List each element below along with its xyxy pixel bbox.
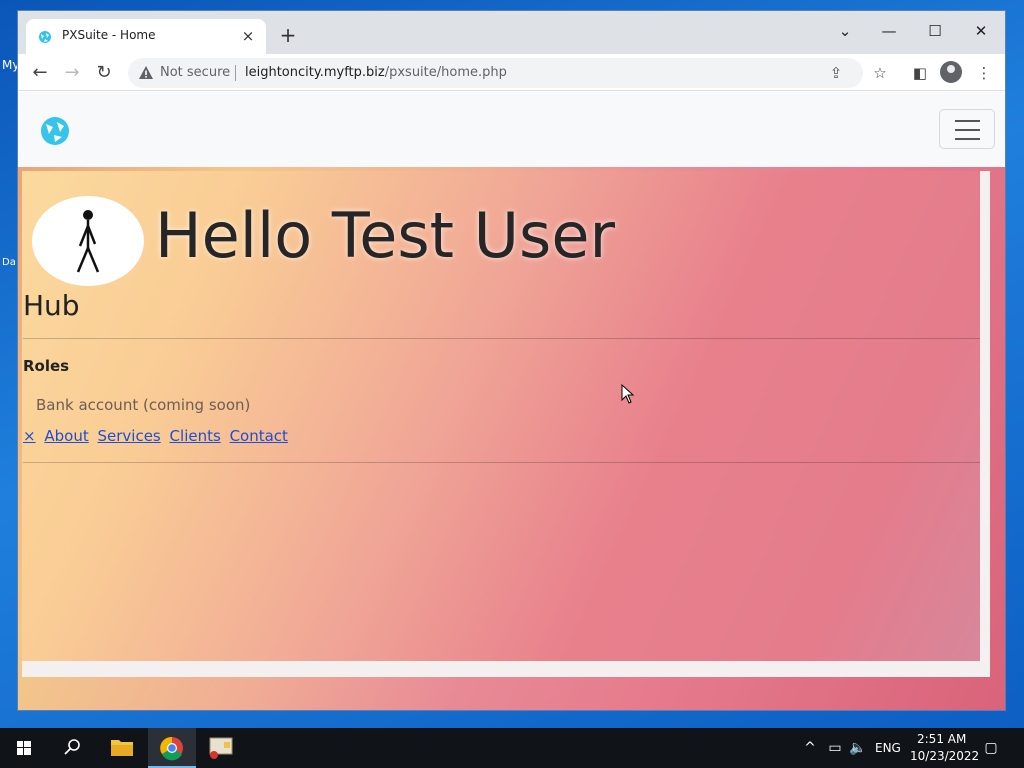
role-item: Bank account (coming soon) [36,396,251,414]
security-status[interactable]: Not secure [160,65,230,80]
url-path: /pxsuite/home.php [384,65,507,80]
divider [23,338,980,339]
hero-background: Hello Test User Hub Roles Bank account (… [18,167,1005,710]
language-indicator[interactable]: ENG [875,741,901,755]
search-button[interactable] [48,728,96,768]
reload-button[interactable]: ↻ [91,60,117,86]
new-tab-button[interactable]: + [276,23,300,47]
volume-icon[interactable]: 🔈 [848,738,868,758]
notifications-icon[interactable]: ▢ [981,738,1001,758]
hamburger-line [955,129,980,131]
windows-start-icon [17,741,31,755]
show-hidden-icons-chevron-icon[interactable]: ^ [800,738,820,758]
close-link[interactable]: × [23,427,36,445]
taskbar: ^ ▭ 🔈 ENG 2:51 AM 10/23/2022 ▢ [0,728,1024,768]
address-bar[interactable]: Not secure leightoncity.myftp.biz/pxsuit… [128,58,863,88]
url-text[interactable]: leightoncity.myftp.biz/pxsuite/home.php [245,65,507,80]
divider [23,462,980,463]
browser-window: PXSuite - Home × + ⌄ — ☐ ✕ ← → ↻ Not sec… [17,10,1006,711]
app-button[interactable] [198,728,246,768]
services-link[interactable]: Services [98,427,161,445]
clients-link[interactable]: Clients [170,427,221,445]
content-panel: Hello Test User Hub Roles Bank account (… [22,171,990,677]
app-icon [209,737,233,759]
browser-toolbar: ← → ↻ Not secure leightoncity.myftp.biz/… [18,54,1005,91]
minimize-button[interactable]: — [869,17,909,45]
stick-figure-icon [76,210,100,273]
menu-kebab-icon[interactable]: ⋮ [971,60,997,86]
start-button[interactable] [0,728,48,768]
roles-heading: Roles [23,357,70,375]
tab-pxsuite-home[interactable]: PXSuite - Home × [26,19,266,54]
network-icon[interactable]: ▭ [825,738,845,758]
warning-icon[interactable] [138,65,154,81]
maximize-button[interactable]: ☐ [915,17,955,45]
url-host: leightoncity.myftp.biz [245,65,385,80]
side-panel-icon[interactable]: ◧ [907,60,933,86]
contact-link[interactable]: Contact [230,427,288,445]
hamburger-line [955,138,980,140]
footer-links: × About Services Clients Contact [23,427,292,445]
mouse-cursor-icon [621,384,635,404]
site-navbar [18,92,1005,167]
hamburger-line [955,120,980,122]
tab-search-dropdown-icon[interactable]: ⌄ [825,17,865,45]
close-window-button[interactable]: ✕ [961,17,1001,45]
section-title: Hub [23,289,80,322]
about-link[interactable]: About [44,427,88,445]
clock-date[interactable]: 10/23/2022 [910,749,979,763]
tab-title: PXSuite - Home [62,28,156,42]
tab-close-icon[interactable]: × [238,26,258,46]
share-icon[interactable]: ⇪ [825,62,847,84]
chrome-icon [160,736,183,761]
back-button[interactable]: ← [27,60,53,86]
user-avatar [32,196,144,286]
clock-time[interactable]: 2:51 AM [917,732,966,746]
globe-favicon-icon [39,31,51,43]
chrome-button[interactable] [148,728,196,768]
search-icon [64,739,80,755]
web-page: Hello Test User Hub Roles Bank account (… [18,92,1005,710]
navbar-toggle-button[interactable] [939,109,995,149]
globe-logo-icon[interactable] [40,116,70,146]
profile-icon[interactable] [940,61,962,83]
forward-button[interactable]: → [59,60,85,86]
tab-bar: PXSuite - Home × + ⌄ — ☐ ✕ [18,11,1005,54]
omnibox-divider [235,65,236,81]
file-explorer-button[interactable] [98,728,146,768]
bookmark-star-icon[interactable]: ☆ [867,60,893,86]
desktop-icon-fragment[interactable]: Da [2,257,16,268]
file-explorer-icon [111,740,133,756]
greeting-heading: Hello Test User [155,199,615,272]
